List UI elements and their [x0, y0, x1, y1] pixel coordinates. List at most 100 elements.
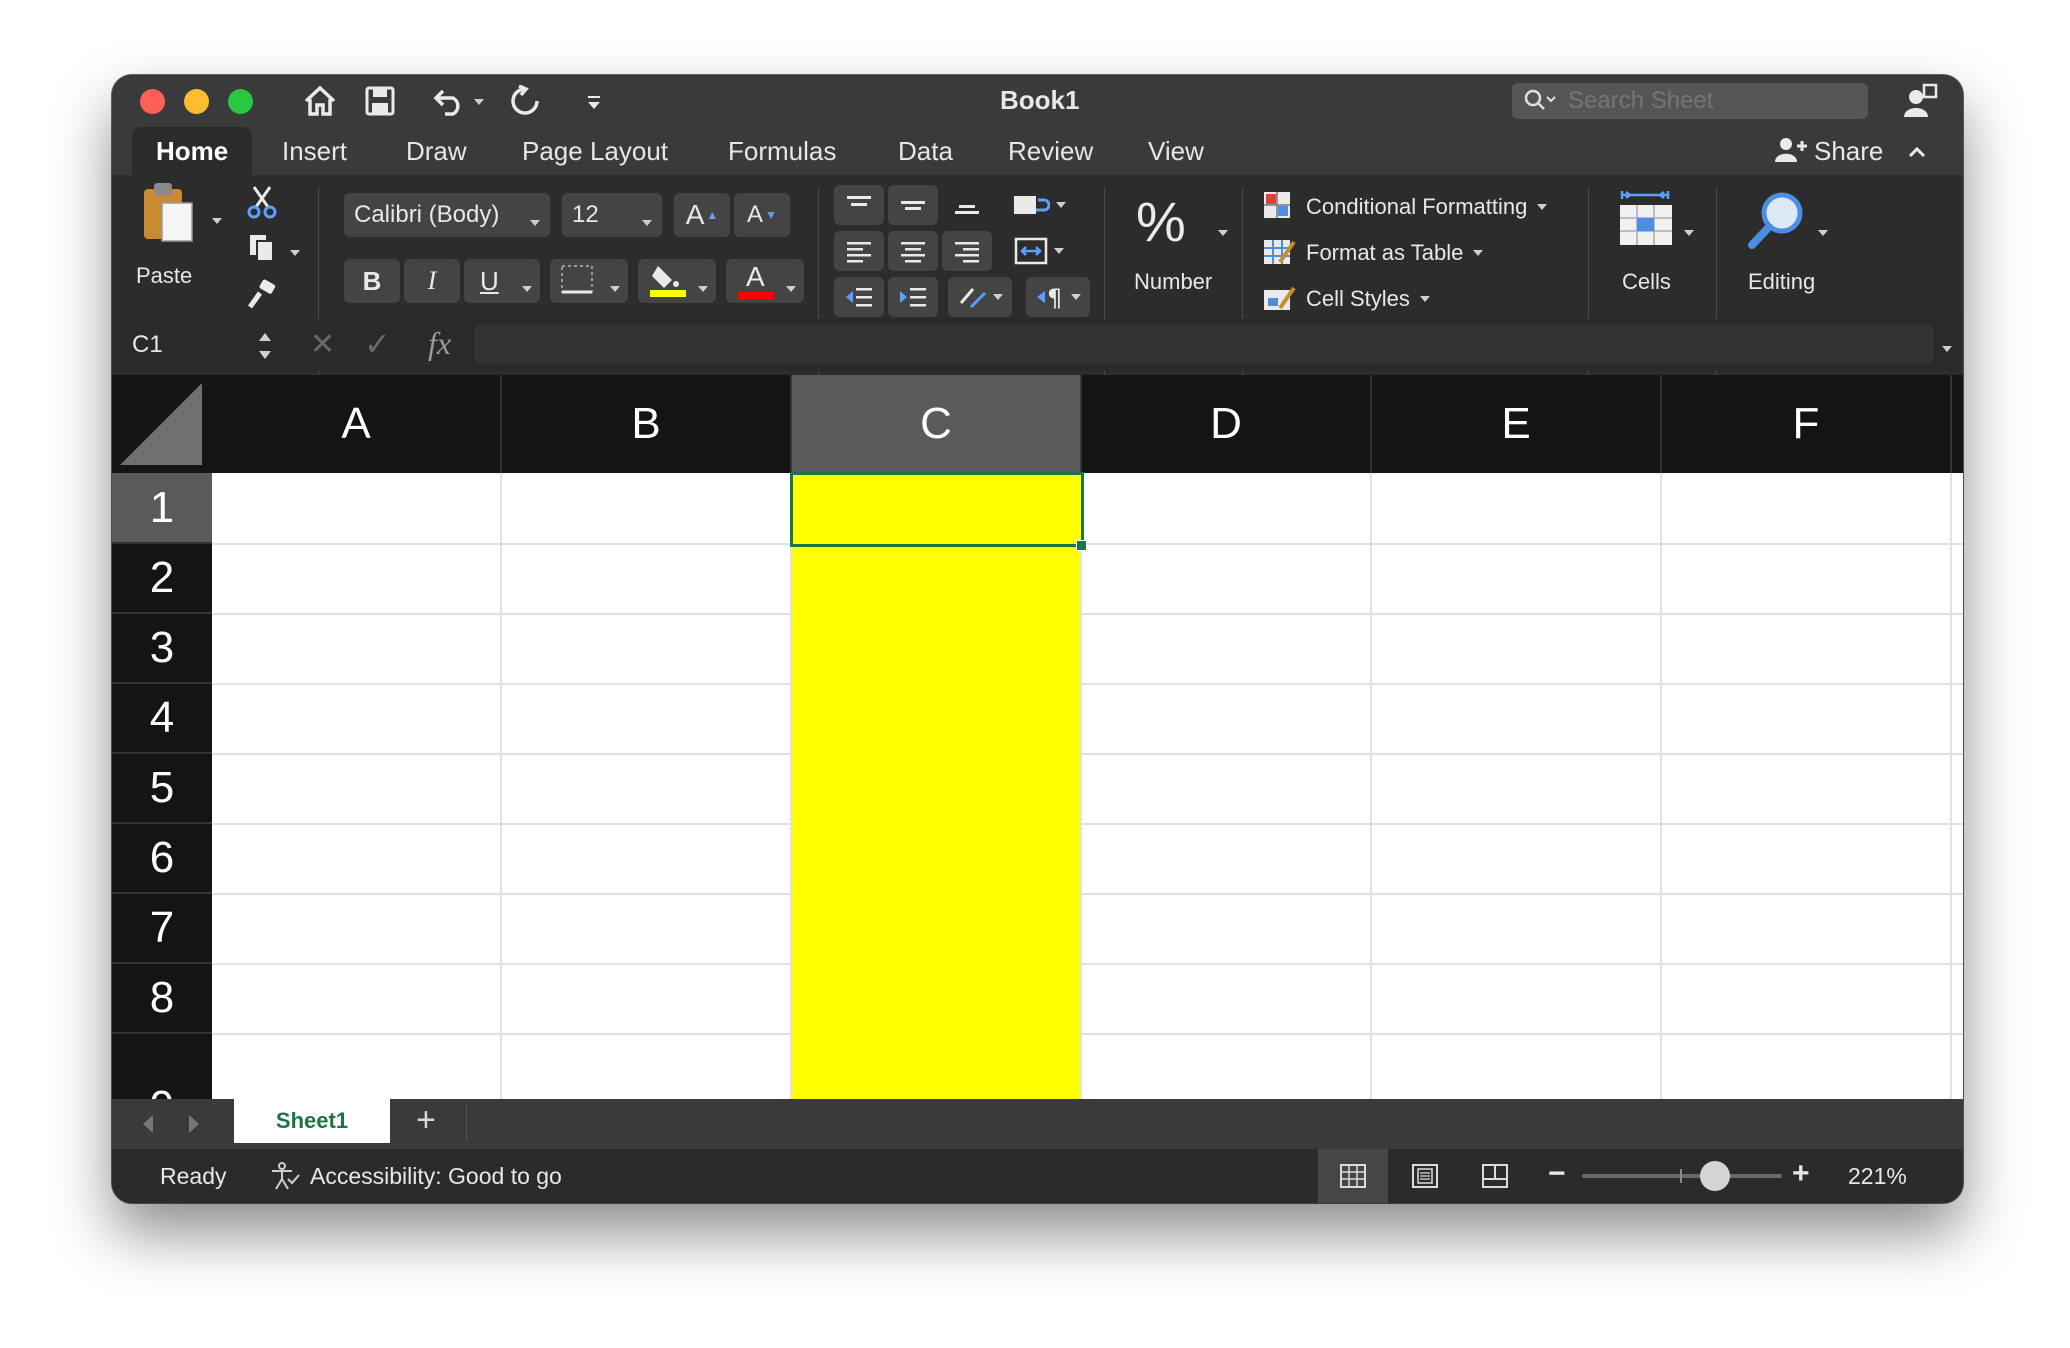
align-left-button[interactable]	[834, 231, 884, 271]
undo-icon[interactable]	[430, 83, 470, 119]
orientation-button[interactable]	[948, 277, 1012, 317]
merge-center-button[interactable]	[1004, 231, 1074, 271]
expand-formula-bar-icon[interactable]	[1942, 339, 1952, 357]
wrap-text-button[interactable]	[1004, 185, 1074, 225]
number-format-button[interactable]: % Number	[1122, 189, 1232, 319]
accessibility-icon[interactable]	[268, 1161, 300, 1196]
search-input[interactable]	[1566, 85, 1860, 117]
cancel-entry-button[interactable]: ✕	[310, 327, 335, 362]
row-header-1[interactable]: 1	[112, 473, 212, 544]
select-all-button[interactable]	[112, 375, 212, 473]
row-header-7[interactable]: 7	[112, 894, 212, 964]
page-break-view-button[interactable]	[1462, 1149, 1528, 1203]
save-icon[interactable]	[362, 83, 398, 119]
page-layout-icon	[1412, 1164, 1438, 1188]
scroll-tabs-right-icon[interactable]	[186, 1113, 202, 1140]
text-direction-button[interactable]: ¶	[1026, 277, 1090, 317]
font-size-dropdown[interactable]: 12	[562, 193, 662, 237]
cells-button[interactable]: Cells	[1606, 189, 1706, 319]
bold-button[interactable]: B	[344, 259, 400, 303]
align-center-icon	[901, 242, 925, 263]
tab-review[interactable]: Review	[1008, 127, 1093, 175]
grid-view-icon	[1340, 1164, 1366, 1188]
conditional-formatting-icon	[1262, 190, 1296, 225]
copy-dropdown-icon[interactable]	[290, 243, 300, 261]
account-icon[interactable]	[1900, 81, 1940, 121]
column-header-f[interactable]: F	[1662, 375, 1952, 473]
cell-styles-button[interactable]: Cell Styles	[1262, 279, 1430, 319]
zoom-slider-thumb[interactable]	[1700, 1161, 1730, 1191]
row-header-6[interactable]: 6	[112, 824, 212, 894]
selected-cell-c1[interactable]	[790, 472, 1084, 547]
decrease-indent-button[interactable]	[834, 277, 884, 317]
column-header-a[interactable]: A	[212, 375, 502, 473]
decrease-font-size-button[interactable]: A ▼	[734, 193, 790, 237]
page-layout-view-button[interactable]	[1392, 1149, 1458, 1203]
italic-button[interactable]: I	[404, 259, 460, 303]
status-accessibility[interactable]: Accessibility: Good to go	[310, 1163, 562, 1190]
editing-button[interactable]: Editing	[1732, 189, 1852, 319]
align-bottom-button[interactable]	[942, 185, 992, 225]
increase-font-size-button[interactable]: A ▲	[674, 193, 730, 237]
fill-color-button[interactable]	[638, 259, 716, 303]
column-header-d[interactable]: D	[1082, 375, 1372, 473]
align-center-button[interactable]	[888, 231, 938, 271]
minimize-window-button[interactable]	[184, 89, 209, 114]
row-header-2[interactable]: 2	[112, 544, 212, 614]
search-box[interactable]	[1512, 83, 1868, 119]
sheet-tab-sheet1[interactable]: Sheet1	[234, 1099, 390, 1143]
row-header-3[interactable]: 3	[112, 614, 212, 684]
align-top-button[interactable]	[834, 185, 884, 225]
enter-entry-button[interactable]: ✓	[364, 325, 391, 363]
zoom-level[interactable]: 221%	[1848, 1163, 1907, 1190]
tab-draw[interactable]: Draw	[406, 127, 467, 175]
font-color-button[interactable]: A	[726, 259, 804, 303]
insert-function-button[interactable]: fx	[428, 325, 451, 362]
fill-handle[interactable]	[1076, 540, 1087, 551]
normal-view-button[interactable]	[1318, 1149, 1388, 1203]
column-c-fill-cover	[792, 543, 1080, 1179]
customize-toolbar-icon[interactable]	[582, 87, 606, 117]
tab-formulas[interactable]: Formulas	[728, 127, 836, 175]
borders-button[interactable]	[550, 259, 628, 303]
share-button[interactable]: Share	[1772, 131, 1883, 171]
collapse-ribbon-icon[interactable]	[1904, 139, 1930, 165]
column-header-b[interactable]: B	[502, 375, 792, 473]
column-header-e[interactable]: E	[1372, 375, 1662, 473]
copy-icon[interactable]	[242, 229, 282, 267]
row-header-8[interactable]: 8	[112, 964, 212, 1034]
tab-home[interactable]: Home	[132, 127, 253, 175]
zoom-out-button[interactable]: −	[1548, 1157, 1566, 1191]
font-name-dropdown[interactable]: Calibri (Body)	[344, 193, 550, 237]
column-header-c[interactable]: C	[792, 375, 1082, 473]
paste-dropdown-icon	[212, 211, 222, 229]
scroll-tabs-left-icon[interactable]	[140, 1113, 156, 1140]
tab-insert[interactable]: Insert	[282, 127, 347, 175]
close-window-button[interactable]	[140, 89, 165, 114]
align-right-button[interactable]	[942, 231, 992, 271]
redo-icon[interactable]	[506, 83, 544, 119]
row-header-4[interactable]: 4	[112, 684, 212, 754]
tab-view[interactable]: View	[1148, 127, 1204, 175]
format-painter-icon[interactable]	[242, 275, 282, 313]
paste-button[interactable]: Paste	[136, 181, 236, 291]
row-header-5[interactable]: 5	[112, 754, 212, 824]
zoom-in-button[interactable]: +	[1792, 1157, 1810, 1191]
name-box[interactable]: C1	[112, 319, 282, 371]
underline-button[interactable]: U	[464, 259, 540, 303]
cut-icon[interactable]	[242, 183, 282, 221]
formula-input[interactable]	[474, 325, 1934, 363]
increase-indent-button[interactable]	[888, 277, 938, 317]
align-middle-button[interactable]	[888, 185, 938, 225]
undo-dropdown-icon[interactable]	[472, 97, 486, 107]
excel-window: Book1 Home Insert Draw Page Layout Formu…	[112, 75, 1963, 1203]
zoom-slider-track[interactable]	[1582, 1174, 1782, 1178]
home-icon[interactable]	[302, 83, 338, 119]
tab-data[interactable]: Data	[898, 127, 953, 175]
add-sheet-button[interactable]: +	[416, 1101, 436, 1140]
format-as-table-button[interactable]: Format as Table	[1262, 233, 1484, 273]
tab-page-layout[interactable]: Page Layout	[522, 127, 668, 175]
name-box-stepper-icon[interactable]	[257, 329, 273, 368]
maximize-window-button[interactable]	[228, 89, 253, 114]
conditional-formatting-button[interactable]: Conditional Formatting	[1262, 187, 1548, 227]
